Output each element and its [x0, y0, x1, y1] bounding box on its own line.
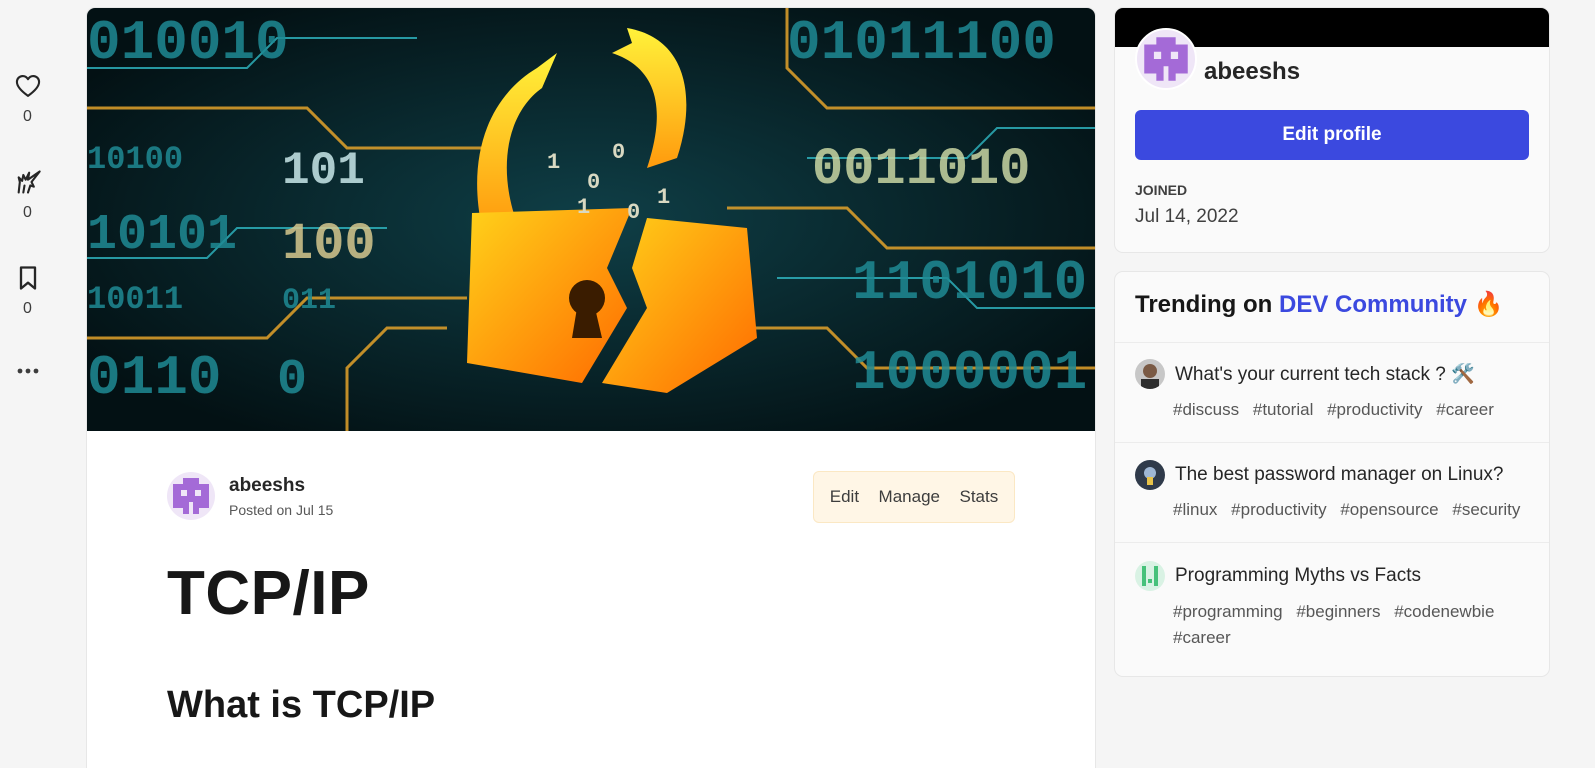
cover-digits: 1000001	[852, 341, 1087, 405]
tag-list: #linux #productivity #opensource #securi…	[1173, 497, 1533, 523]
avatar-pattern-icon	[1144, 37, 1188, 81]
community-link[interactable]: DEV Community	[1279, 291, 1467, 318]
stats-button[interactable]: Stats	[959, 487, 998, 507]
svg-text:0: 0	[612, 140, 625, 165]
unicorn-count: 0	[23, 204, 32, 221]
tag[interactable]: #productivity	[1231, 500, 1326, 519]
heart-icon	[15, 75, 40, 97]
tag[interactable]: #discuss	[1173, 400, 1239, 419]
more-icon	[17, 368, 38, 374]
bookmark-count: 0	[23, 300, 32, 317]
svg-text:1: 1	[577, 195, 590, 220]
tag[interactable]: #linux	[1173, 500, 1217, 519]
unicorn-icon	[17, 170, 41, 194]
tag[interactable]: #career	[1436, 400, 1494, 419]
manage-button[interactable]: Manage	[879, 487, 940, 507]
cover-digits: 01011100	[787, 11, 1056, 75]
heart-count: 0	[23, 108, 32, 125]
cover-digits: 1101010	[852, 251, 1087, 315]
posted-date: Posted on Jul 15	[229, 501, 334, 518]
tag[interactable]: #codenewbie	[1394, 602, 1494, 621]
trending-title[interactable]: The best password manager on Linux?	[1175, 464, 1503, 486]
heart-reaction[interactable]: 0	[0, 72, 55, 126]
fire-icon: 🔥	[1473, 291, 1504, 318]
cover-digits: 0	[277, 352, 307, 409]
svg-text:1: 1	[657, 185, 670, 210]
tag[interactable]: #tutorial	[1253, 400, 1313, 419]
article-heading: What is TCP/IP	[167, 684, 436, 726]
unicorn-reaction[interactable]: 0	[0, 168, 55, 222]
svg-text:0: 0	[627, 200, 640, 225]
profile-avatar[interactable]	[1135, 28, 1197, 90]
trending-card: Trending on DEV Community 🔥 What's your …	[1115, 272, 1549, 676]
cover-digits: 0110	[87, 346, 221, 410]
article-title: TCP/IP	[167, 559, 370, 628]
trending-prefix: Trending on	[1135, 291, 1279, 318]
user-avatar	[1135, 359, 1165, 389]
cover-digits: 011	[282, 284, 336, 318]
svg-text:1: 1	[547, 150, 560, 175]
tag[interactable]: #beginners	[1296, 602, 1380, 621]
joined-label: JOINED	[1135, 182, 1188, 198]
trending-title[interactable]: What's your current tech stack ? 🛠️	[1175, 362, 1475, 386]
profile-name[interactable]: abeeshs	[1204, 58, 1300, 86]
joined-date: Jul 14, 2022	[1135, 206, 1239, 227]
cover-image: 010010 01011100 10100 101 0011010 10101 …	[87, 8, 1095, 431]
trending-item[interactable]: The best password manager on Linux? #lin…	[1115, 442, 1549, 543]
more-options[interactable]	[0, 366, 55, 376]
cover-digits: 100	[282, 215, 376, 274]
cover-digits: 010010	[87, 11, 289, 75]
tag[interactable]: #career	[1173, 628, 1231, 647]
user-avatar	[1135, 561, 1165, 591]
cover-digits: 10011	[87, 281, 183, 318]
cover-digits: 101	[282, 145, 365, 197]
trending-title[interactable]: Programming Myths vs Facts	[1175, 565, 1421, 587]
cover-digits: 0011010	[812, 140, 1030, 199]
cover-digits: 10101	[87, 207, 237, 264]
bookmark-reaction[interactable]: 0	[0, 264, 55, 318]
tag-list: #discuss #tutorial #productivity #career	[1173, 397, 1533, 423]
author-name[interactable]: abeeshs	[229, 475, 333, 497]
profile-card: abeeshs Edit profile JOINED Jul 14, 2022	[1115, 8, 1549, 252]
edit-profile-button[interactable]: Edit profile	[1135, 110, 1529, 160]
author-avatar[interactable]	[167, 472, 215, 520]
edit-button[interactable]: Edit	[830, 487, 859, 507]
bookmark-icon	[19, 266, 36, 290]
tag[interactable]: #security	[1452, 500, 1520, 519]
author-actions: Edit Manage Stats	[813, 471, 1015, 523]
svg-text:0: 0	[587, 170, 600, 195]
user-avatar	[1135, 460, 1165, 490]
trending-heading: Trending on DEV Community 🔥	[1115, 272, 1549, 343]
tag[interactable]: #opensource	[1340, 500, 1438, 519]
cover-digits: 10100	[87, 141, 183, 178]
trending-item[interactable]: What's your current tech stack ? 🛠️ #dis…	[1115, 342, 1549, 443]
avatar-pattern-icon	[173, 478, 209, 514]
trending-item[interactable]: Programming Myths vs Facts #programming …	[1115, 542, 1549, 676]
tag[interactable]: #programming	[1173, 602, 1283, 621]
article-card: 010010 01011100 10100 101 0011010 10101 …	[87, 8, 1095, 768]
article-byline: abeeshs Posted on Jul 15	[167, 472, 333, 520]
tag-list: #programming #beginners #codenewbie #car…	[1173, 599, 1533, 651]
tag[interactable]: #productivity	[1327, 400, 1422, 419]
